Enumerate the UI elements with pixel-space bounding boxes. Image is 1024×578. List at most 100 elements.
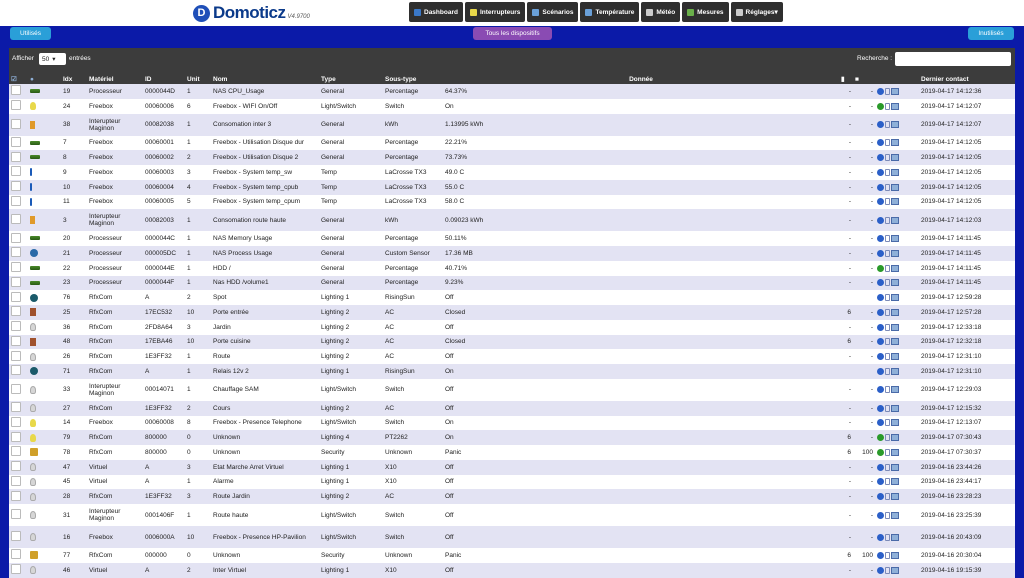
rename-icon[interactable] <box>885 404 890 412</box>
table-row[interactable]: 19 Processeur 0000044D 1 NAS CPU_Usage Genera… <box>9 84 1015 99</box>
rename-icon[interactable] <box>885 294 890 302</box>
row-checkbox[interactable] <box>11 461 21 472</box>
log-icon[interactable] <box>891 463 899 471</box>
table-row[interactable]: 10 Freebox 00060004 4 Freebox - System temp_… <box>9 179 1015 195</box>
row-checkbox[interactable] <box>11 475 21 486</box>
table-row[interactable]: 33 Interupteur Maginon 00014071 1 Chauffage … <box>9 378 1015 401</box>
table-row[interactable]: 38 Interupteur Maginon 00082038 1 Consomatio… <box>9 113 1015 136</box>
row-checkbox[interactable] <box>11 151 21 162</box>
rename-icon[interactable] <box>885 279 890 287</box>
row-checkbox[interactable] <box>11 214 21 225</box>
row-checkbox[interactable] <box>11 549 21 560</box>
log-icon[interactable] <box>891 294 899 302</box>
log-icon[interactable] <box>891 121 899 128</box>
table-row[interactable]: 23 Processeur 0000044F 1 Nas HDD /volume1 Gen… <box>9 275 1015 291</box>
edit-device-icon[interactable] <box>877 353 884 361</box>
log-icon[interactable] <box>891 279 899 287</box>
rename-icon[interactable] <box>885 249 890 257</box>
column-header-unit[interactable]: Unit <box>185 74 211 84</box>
rename-icon[interactable] <box>885 338 890 346</box>
edit-device-icon[interactable] <box>877 249 884 257</box>
edit-device-icon[interactable] <box>877 168 884 176</box>
log-icon[interactable] <box>891 551 899 559</box>
table-row[interactable]: 76 RfxCom A 2 Spot Lighting 1 RisingSun Off 2019… <box>9 290 1015 305</box>
unused-devices-button[interactable]: Inutilisés <box>968 27 1014 40</box>
column-header-subtype[interactable]: Sous-type <box>383 74 443 84</box>
column-header-idx[interactable]: Idx <box>61 74 87 84</box>
edit-device-icon[interactable] <box>877 279 884 287</box>
rename-icon[interactable] <box>885 419 890 427</box>
log-icon[interactable] <box>891 338 899 346</box>
entries-select[interactable]: 50 ▾ <box>39 53 66 65</box>
table-row[interactable]: 8 Freebox 00060002 2 Freebox - Utilisation D… <box>9 150 1015 165</box>
nav-item-3[interactable]: Température <box>580 2 640 22</box>
table-row[interactable]: 27 RfxCom 1E3FF32 2 Cours Lighting 2 AC Off - - 20… <box>9 400 1015 416</box>
log-icon[interactable] <box>891 533 899 541</box>
row-checkbox[interactable] <box>11 100 21 111</box>
edit-device-icon[interactable] <box>877 183 884 191</box>
column-header-last-seen[interactable]: Dernier contact <box>919 74 1015 84</box>
rename-icon[interactable] <box>885 566 890 574</box>
log-icon[interactable] <box>891 323 899 331</box>
edit-device-icon[interactable] <box>877 533 884 541</box>
edit-device-icon[interactable] <box>877 121 884 128</box>
row-checkbox[interactable] <box>11 431 21 442</box>
column-header-data[interactable]: Donnée <box>443 74 839 84</box>
row-checkbox[interactable] <box>11 531 21 541</box>
column-header-type[interactable]: Type <box>319 74 383 84</box>
row-checkbox[interactable] <box>11 291 21 302</box>
table-row[interactable]: 31 Interupteur Maginon 0001406F 1 Route haut… <box>9 504 1015 526</box>
rename-icon[interactable] <box>885 367 890 375</box>
column-header-signal[interactable]: ▮ <box>839 74 853 84</box>
log-icon[interactable] <box>891 154 899 162</box>
rename-icon[interactable] <box>885 183 890 191</box>
row-checkbox[interactable] <box>11 166 21 177</box>
edit-device-icon[interactable] <box>877 154 884 162</box>
table-row[interactable]: 79 RfxCom 800000 0 Unknown Lighting 4 PT2262 On… <box>9 430 1015 445</box>
log-icon[interactable] <box>891 139 899 147</box>
row-checkbox[interactable] <box>11 416 21 427</box>
table-row[interactable]: 7 Freebox 00060001 1 Freebox - Utilisation D… <box>9 135 1015 151</box>
table-row[interactable]: 71 RfxCom A 1 Relais 12v 2 Lighting 1 RisingSu… <box>9 364 1015 379</box>
log-icon[interactable] <box>891 264 899 272</box>
select-all-header[interactable]: ☑ <box>9 74 28 84</box>
row-checkbox[interactable] <box>11 306 21 317</box>
log-icon[interactable] <box>891 249 899 257</box>
log-icon[interactable] <box>891 493 899 501</box>
column-header-name[interactable]: Nom <box>211 74 319 84</box>
row-checkbox[interactable] <box>11 276 21 287</box>
row-checkbox[interactable] <box>11 509 21 519</box>
edit-device-icon[interactable] <box>877 419 884 427</box>
table-row[interactable]: 26 RfxCom 1E3FF32 1 Route Lighting 2 AC Off - - 20… <box>9 349 1015 364</box>
edit-device-icon[interactable] <box>877 338 884 346</box>
rename-icon[interactable] <box>885 308 890 316</box>
edit-device-icon[interactable] <box>877 493 884 501</box>
all-devices-button[interactable]: Tous les dispositifs <box>473 27 552 40</box>
app-logo[interactable]: D Domoticz V4.9700 <box>193 3 310 23</box>
row-checkbox[interactable] <box>11 365 21 376</box>
row-checkbox[interactable] <box>11 402 21 413</box>
rename-icon[interactable] <box>885 216 890 224</box>
edit-device-icon[interactable] <box>877 216 884 224</box>
log-icon[interactable] <box>891 168 899 176</box>
edit-device-icon[interactable] <box>877 551 884 559</box>
table-row[interactable]: 46 Virtuel A 2 Inter Virtuel Lighting 1 X10 Off… <box>9 562 1015 578</box>
nav-item-0[interactable]: Dashboard <box>409 2 463 22</box>
table-row[interactable]: 11 Freebox 00060005 5 Freebox - System temp_… <box>9 194 1015 210</box>
table-row[interactable]: 9 Freebox 00060003 3 Freebox - System temp_s… <box>9 165 1015 180</box>
rename-icon[interactable] <box>885 87 890 95</box>
nav-item-1[interactable]: Interrupteurs <box>464 2 526 22</box>
row-checkbox[interactable] <box>11 321 21 332</box>
edit-device-icon[interactable] <box>877 566 884 574</box>
row-checkbox[interactable] <box>11 247 21 258</box>
table-row[interactable]: 77 RfxCom 000000 0 Unknown Security Unknown Pan… <box>9 548 1015 563</box>
table-row[interactable]: 36 RfxCom 2FD8A64 3 Jardin Lighting 2 AC Off - - 2… <box>9 319 1015 335</box>
row-checkbox[interactable] <box>11 118 21 129</box>
nav-item-5[interactable]: Mesures <box>682 2 729 22</box>
table-row[interactable]: 14 Freebox 00060008 8 Freebox - Presence Tel… <box>9 415 1015 431</box>
rename-icon[interactable] <box>885 323 890 331</box>
edit-device-icon[interactable] <box>877 367 884 375</box>
edit-device-icon[interactable] <box>877 478 884 486</box>
log-icon[interactable] <box>891 434 899 442</box>
row-checkbox[interactable] <box>11 262 21 273</box>
